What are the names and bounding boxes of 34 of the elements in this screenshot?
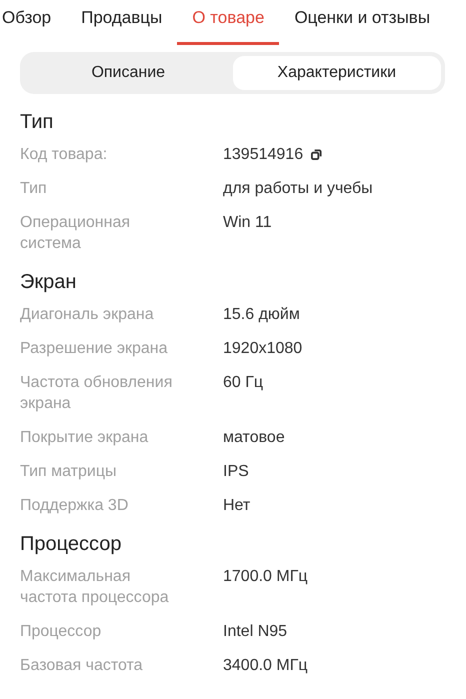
spec-value: Нет — [223, 496, 250, 516]
spec-label: Код товара: — [20, 145, 108, 165]
segment-tab[interactable]: Характеристики — [232, 56, 441, 90]
spec-value: 1700.0 МГц — [223, 567, 308, 587]
section-title: Тип — [20, 110, 54, 135]
spec-label: Поддержка 3D — [20, 496, 130, 516]
spec-value: 3400.0 МГц — [223, 656, 308, 676]
tab[interactable]: Обзор — [0, 0, 66, 45]
tab[interactable]: Продавцы — [66, 0, 178, 45]
section-title: Экран — [20, 270, 78, 295]
spec-value: 15.6 дюйм — [223, 305, 300, 325]
copy-icon[interactable] — [311, 149, 322, 160]
spec-value: Intel N95 — [223, 622, 288, 642]
tab[interactable]: О товаре — [177, 0, 280, 45]
spec-value: Win 11 — [223, 213, 272, 233]
spec-label: Максимальная частота процессора — [20, 567, 170, 608]
segment-tab[interactable]: Описание — [24, 56, 232, 90]
spec-value: 139514916 — [223, 145, 304, 165]
tab[interactable]: Оценки и отзывы — [279, 0, 446, 45]
spec-label: Разрешение экрана — [20, 339, 169, 359]
section-title: Процессор — [20, 532, 122, 557]
spec-value: IPS — [223, 462, 249, 482]
spec-label: Тип — [20, 179, 48, 199]
spec-label: Частота обновления экрана — [20, 373, 174, 414]
spec-value: для работы и учебы — [223, 179, 373, 199]
spec-label: Тип матрицы — [20, 462, 118, 482]
spec-label: Базовая частота — [20, 656, 144, 676]
spec-value: 60 Гц — [223, 373, 264, 393]
spec-label: Операционная система — [20, 213, 132, 254]
spec-label: Покрытие экрана — [20, 428, 150, 448]
spec-label: Диагональ экрана — [20, 305, 155, 325]
spec-value: 1920x1080 — [223, 339, 302, 359]
spec-value: матовое — [223, 428, 285, 448]
spec-label: Процессор — [20, 622, 102, 642]
